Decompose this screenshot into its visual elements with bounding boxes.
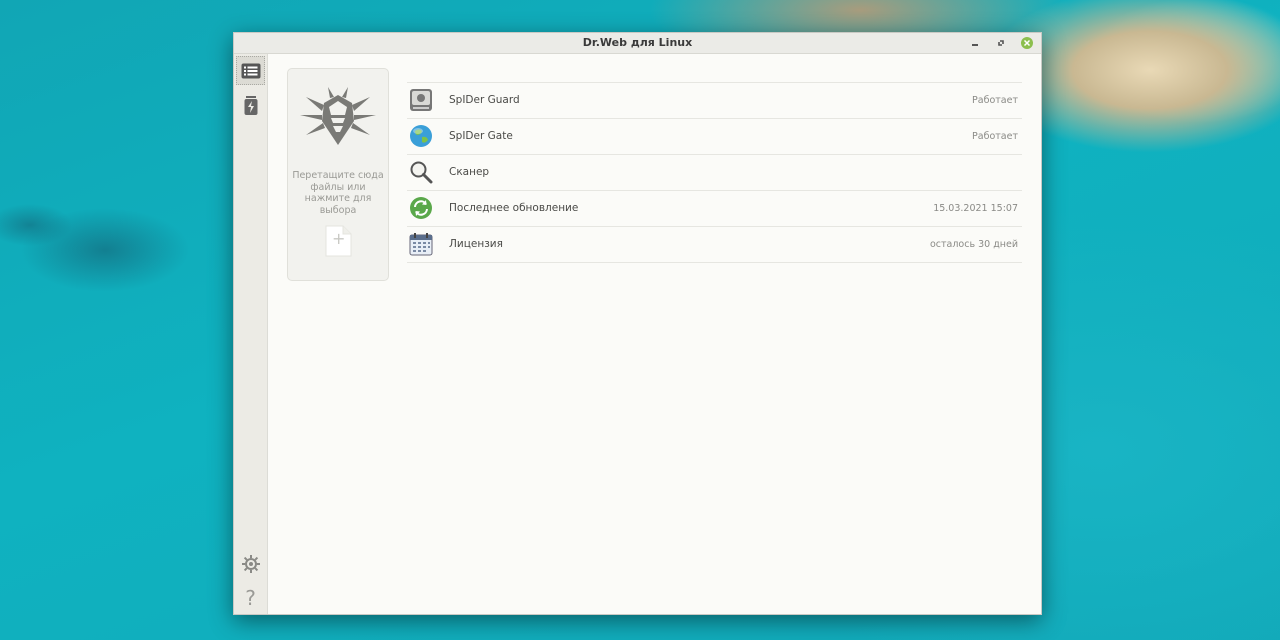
spider-guard-icon	[410, 89, 432, 111]
update-icon	[410, 197, 432, 219]
quarantine-icon	[244, 95, 257, 115]
component-label: SpIDer Guard	[449, 94, 520, 106]
globe-icon	[410, 125, 432, 147]
status-text: Работает	[972, 95, 1018, 106]
sidebar-item-settings[interactable]	[236, 549, 265, 578]
question-icon: ?	[245, 585, 256, 610]
main-content: Перетащите сюда файлы или нажмите для вы…	[268, 54, 1041, 614]
list-item-spider-gate[interactable]: SpIDer Gate Работает	[407, 118, 1022, 154]
maximize-button[interactable]	[993, 35, 1009, 51]
minimize-button[interactable]	[967, 35, 983, 51]
status-text: 15.03.2021 15:07	[933, 203, 1018, 214]
list-item-scanner[interactable]: Сканер	[407, 154, 1022, 190]
magnifier-icon	[410, 161, 433, 184]
list-item-last-update[interactable]: Последнее обновление 15.03.2021 15:07	[407, 190, 1022, 226]
window-title: Dr.Web для Linux	[582, 36, 693, 49]
sidebar-item-help[interactable]: ?	[236, 583, 265, 612]
sidebar: ?	[234, 54, 268, 614]
minimize-icon	[972, 44, 978, 46]
drop-hint: Перетащите сюда файлы или нажмите для вы…	[292, 170, 384, 216]
close-icon	[1021, 37, 1033, 49]
list-icon	[241, 63, 260, 78]
components-list: SpIDer Guard Работает SpIDer Gate Работа…	[407, 82, 1022, 263]
calendar-icon	[409, 233, 433, 256]
add-file-plus: +	[332, 229, 346, 248]
sidebar-item-main[interactable]	[236, 56, 265, 85]
gear-icon	[241, 554, 260, 573]
list-item-spider-guard[interactable]: SpIDer Guard Работает	[407, 82, 1022, 118]
component-label: SpIDer Gate	[449, 130, 513, 142]
component-label: Последнее обновление	[449, 202, 579, 214]
maximize-icon	[998, 40, 1004, 46]
drweb-spider-logo	[300, 87, 376, 145]
close-button[interactable]	[1019, 35, 1035, 51]
component-label: Сканер	[449, 166, 490, 178]
title-bar[interactable]: Dr.Web для Linux	[234, 33, 1041, 54]
drweb-window: Dr.Web для Linux ? Перетащите сюда файлы…	[233, 32, 1042, 615]
list-item-license[interactable]: Лицензия осталось 30 дней	[407, 226, 1022, 263]
status-text: осталось 30 дней	[929, 239, 1018, 250]
component-label: Лицензия	[449, 238, 503, 250]
status-text: Работает	[972, 131, 1018, 142]
sidebar-item-threats[interactable]	[236, 91, 265, 120]
file-drop-zone[interactable]: Перетащите сюда файлы или нажмите для вы…	[287, 68, 389, 281]
